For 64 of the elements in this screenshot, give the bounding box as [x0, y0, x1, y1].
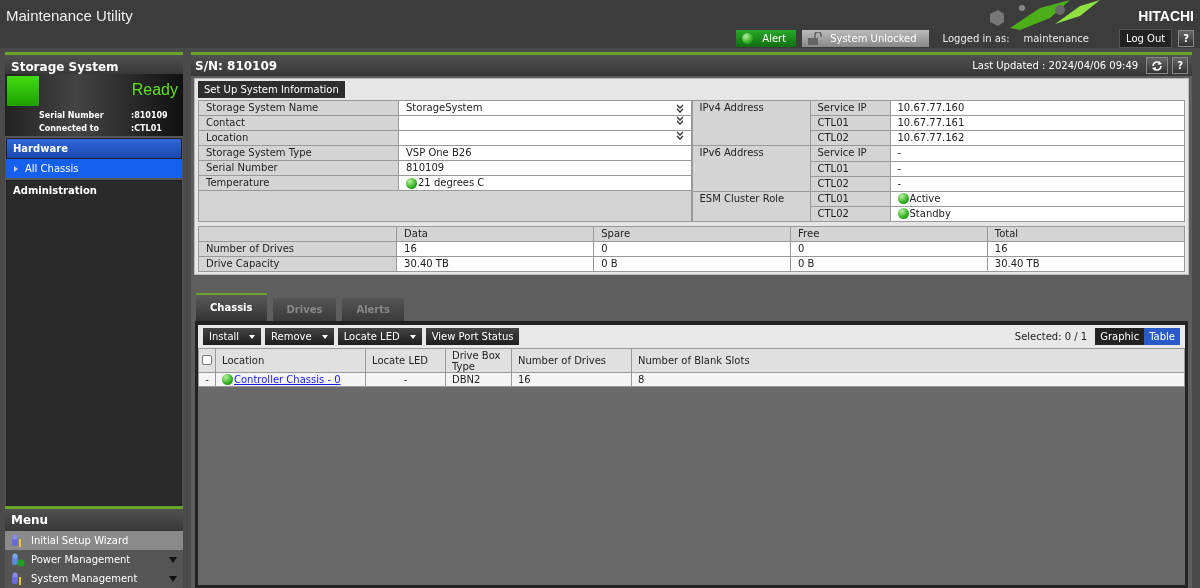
nav-section[interactable]: Hardware	[6, 138, 182, 159]
field-label: Serial Number	[39, 110, 105, 122]
nav-item[interactable]: All Chassis	[6, 159, 182, 178]
nav-section[interactable]: Administration	[6, 180, 182, 506]
status-text: Ready	[131, 80, 178, 100]
column-header: Locate LED	[365, 348, 446, 373]
menu-title: Menu	[5, 506, 183, 531]
cell-text: StorageSystem	[406, 101, 483, 115]
column-header: Free	[790, 226, 988, 242]
cell-text: -	[897, 176, 902, 191]
double-chevron-icon[interactable]	[675, 131, 684, 140]
logged-in-label: Logged in as:	[942, 32, 1010, 46]
cell-text: VSP One B26	[406, 146, 472, 160]
toolbar-button[interactable]: Install	[203, 328, 262, 345]
table-cell: Storage System Name	[198, 100, 399, 116]
table-cell: IPv4 Address	[692, 100, 810, 146]
toolbar-button[interactable]: Locate LED	[337, 328, 422, 345]
user-name: maintenance	[1023, 32, 1089, 46]
app-title: Maintenance Utility	[6, 6, 133, 26]
page-title: S/N: 810109	[195, 57, 278, 75]
column-header: Spare	[593, 226, 791, 242]
column-header: Drive Box Type	[445, 348, 512, 373]
help-button[interactable]: ?	[1178, 30, 1194, 47]
view-toggle[interactable]: Table	[1144, 328, 1180, 345]
brand-logo: HITACHI	[1138, 7, 1194, 26]
toolbar-button[interactable]: Remove	[265, 328, 334, 345]
status-indicator	[7, 76, 39, 106]
field-label: Connected to	[39, 123, 100, 135]
tab[interactable]: Chassis	[196, 293, 267, 321]
double-chevron-icon[interactable]	[675, 116, 684, 125]
cell-text: 10.67.77.162	[897, 131, 965, 146]
person-power-icon	[11, 552, 25, 567]
refresh-button[interactable]	[1146, 57, 1169, 74]
column-header: Total	[987, 226, 1185, 242]
column-header: Number of Blank Slots	[631, 348, 1185, 373]
cell-text: Standby	[909, 206, 951, 221]
sidebar-title: Storage System	[5, 52, 183, 74]
toolbar-button[interactable]: View Port Status	[425, 328, 520, 345]
refresh-icon	[1151, 60, 1164, 72]
checkbox[interactable]	[202, 354, 212, 365]
cell-text: 21 degrees C	[418, 176, 485, 190]
cell-text: Active	[909, 191, 941, 206]
table-cell: Service IP	[810, 100, 890, 116]
double-chevron-icon[interactable]	[675, 103, 684, 113]
table-cell: IPv6 Address	[692, 145, 810, 192]
setup-button[interactable]: Set Up System Information	[198, 81, 345, 98]
alert-button[interactable]: Alert	[736, 30, 797, 47]
column-header: Number of Drives	[511, 348, 632, 373]
cell-text: -	[897, 146, 902, 161]
bullet-icon	[14, 165, 18, 172]
field-value: :810109	[131, 110, 168, 122]
cell-text: 10.67.77.161	[897, 116, 965, 131]
cell-text: 810109	[406, 161, 445, 175]
view-toggle[interactable]: Graphic	[1095, 328, 1145, 345]
help-button[interactable]: ?	[1172, 57, 1188, 74]
table-cell: ESM Cluster Role	[692, 191, 810, 222]
logout-button[interactable]: Log Out	[1119, 29, 1173, 48]
column-header: Location	[215, 348, 366, 373]
cell-text: 10.67.77.160	[897, 101, 965, 115]
selection-count: Selected: 0 / 1	[1014, 330, 1088, 344]
last-updated-text: Last Updated : 2024/04/06 09:49	[972, 59, 1139, 73]
field-value: :CTL01	[131, 123, 162, 135]
cell-text: -	[897, 161, 902, 176]
column-header: Data	[396, 226, 594, 242]
